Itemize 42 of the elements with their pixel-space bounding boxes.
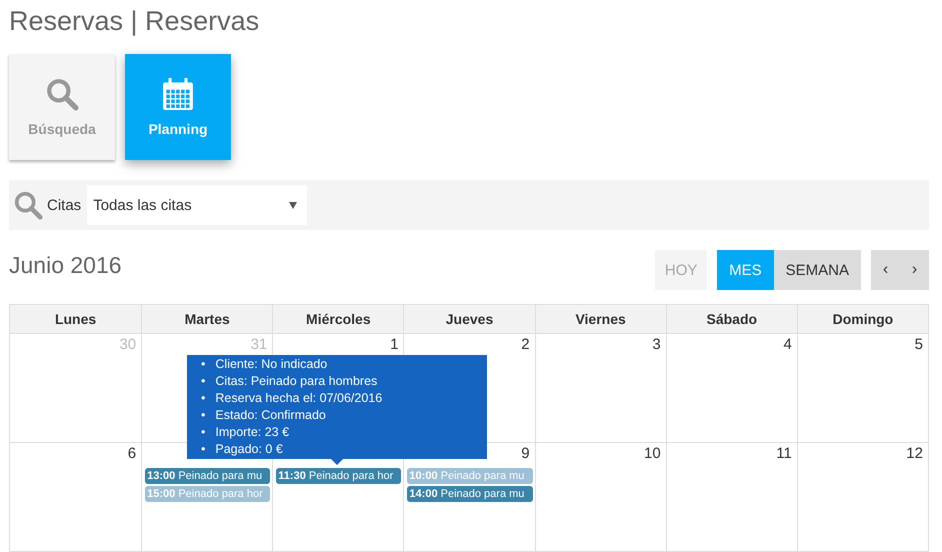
previous-button[interactable]: ‹: [871, 250, 900, 290]
search-icon: [45, 77, 79, 111]
day-number: 30: [119, 336, 136, 353]
tooltip-line: • Cliente: No indicado: [201, 356, 328, 373]
day-number: 11: [776, 445, 792, 462]
weekday-header: Sábado: [666, 305, 797, 334]
nav-tile[interactable]: Búsqueda: [9, 54, 115, 160]
page-title: Reservas | Reservas: [9, 5, 260, 38]
tooltip-line: • Citas: Peinado para hombres: [201, 373, 378, 390]
weekday-header: Viernes: [534, 305, 666, 334]
calendar-title: Junio 2016: [9, 252, 122, 279]
tooltip-line: • Reserva hecha el: 07/06/2016: [201, 390, 382, 407]
day-number: 12: [906, 445, 923, 462]
caret-icon: [289, 202, 298, 208]
weekday-header: Lunes: [10, 305, 142, 334]
weekday-header: Domingo: [796, 305, 928, 334]
event-chip[interactable]: 11:30 Peinado para hor: [276, 468, 402, 484]
view-tab[interactable]: SEMANA: [774, 250, 861, 290]
tooltip-line: • Estado: Confirmado: [201, 407, 326, 424]
day-number: 31: [250, 336, 268, 353]
tooltip-line: • Importe: 23 €: [201, 424, 290, 441]
view-tab[interactable]: MES: [717, 250, 774, 290]
day-number: 4: [784, 336, 792, 353]
search-icon: [13, 190, 43, 220]
day-number: 9: [521, 445, 530, 462]
event-chip[interactable]: 13:00 Peinado para mu: [145, 468, 270, 484]
weekday-header: Martes: [141, 305, 272, 334]
filter-label: Citas: [47, 196, 82, 214]
weekday-header: Miércoles: [272, 305, 404, 334]
day-number: 6: [128, 445, 136, 462]
day-number: 1: [390, 336, 398, 353]
day-number: 10: [644, 445, 661, 462]
nav-tile[interactable]: Planning: [125, 54, 231, 160]
next-button[interactable]: ›: [900, 250, 929, 290]
weekday-header: Jueves: [403, 305, 535, 334]
day-number: 5: [914, 336, 923, 353]
day-number: 3: [652, 336, 661, 353]
tooltip-line: • Pagado: 0 €: [201, 441, 283, 458]
day-number: 2: [521, 336, 530, 353]
select-field[interactable]: Todas las citas: [87, 185, 308, 225]
calendar-icon: [161, 77, 195, 111]
event-chip[interactable]: 14:00 Peinado para mu: [407, 486, 533, 502]
